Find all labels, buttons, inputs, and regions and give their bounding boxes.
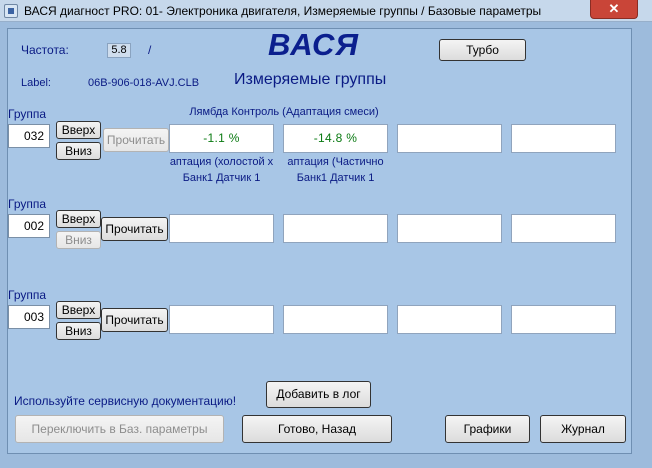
switch-basic-params-button[interactable]: Переключить в Баз. параметры — [15, 415, 224, 443]
field-caption-sensor: Банк1 Датчик 1 — [296, 172, 375, 184]
value-field — [511, 124, 616, 153]
group-number-input[interactable]: 003 — [8, 305, 50, 329]
brand-logo-text: ВАСЯ — [268, 27, 360, 62]
group-down-button[interactable]: Вниз — [56, 231, 101, 249]
label-file: 06B-906-018-AVJ.CLB — [88, 77, 200, 89]
frequency-value: 5.8 — [107, 43, 131, 58]
window-title: ВАСЯ диагност PRO: 01- Электроника двига… — [24, 4, 542, 18]
done-back-button[interactable]: Готово, Назад — [242, 415, 392, 443]
value-text: -1.1 % — [203, 131, 240, 145]
main-window: ВАСЯ диагност PRO: 01- Электроника двига… — [0, 0, 652, 468]
group-up-button[interactable]: Вверх — [56, 301, 101, 319]
value-field — [511, 214, 616, 243]
field-caption: аптация (Частично — [287, 156, 384, 168]
group-read-button[interactable]: Прочитать — [103, 128, 169, 152]
group-title: Лямбда Контроль (Адаптация смеси) — [189, 106, 379, 118]
group-up-button[interactable]: Вверх — [56, 210, 101, 228]
group-label: Группа — [8, 197, 47, 211]
frequency-separator: / — [148, 43, 152, 57]
value-field — [397, 305, 502, 334]
graphs-button[interactable]: Графики — [445, 415, 530, 443]
close-icon: ✕ — [608, 1, 620, 16]
field-caption: аптация (холостой х — [169, 156, 274, 168]
page-title: Измеряемые группы — [234, 71, 387, 88]
group-label: Группа — [8, 288, 47, 302]
value-text: -14.8 % — [313, 131, 358, 145]
group-read-button[interactable]: Прочитать — [101, 308, 168, 332]
group-down-button[interactable]: Вниз — [56, 322, 101, 340]
service-doc-notice: Используйте сервисную документацию! — [14, 394, 237, 408]
app-icon — [4, 4, 18, 18]
journal-button[interactable]: Журнал — [540, 415, 626, 443]
label-caption: Label: — [21, 77, 51, 89]
group-number-input[interactable]: 032 — [8, 124, 50, 148]
turbo-button[interactable]: Турбо — [439, 39, 526, 61]
value-field — [511, 305, 616, 334]
group-down-button[interactable]: Вниз — [56, 142, 101, 160]
value-field: -1.1 % — [169, 124, 274, 153]
value-field — [283, 214, 388, 243]
title-bar[interactable]: ВАСЯ диагност PRO: 01- Электроника двига… — [0, 0, 652, 22]
frequency-label: Частота: — [21, 43, 69, 57]
value-field — [283, 305, 388, 334]
value-field — [169, 214, 274, 243]
group-read-button[interactable]: Прочитать — [101, 217, 168, 241]
value-field — [397, 124, 502, 153]
group-label: Группа — [8, 107, 47, 121]
value-field: -14.8 % — [283, 124, 388, 153]
value-field — [397, 214, 502, 243]
close-button[interactable]: ✕ — [590, 0, 638, 19]
group-number-input[interactable]: 002 — [8, 214, 50, 238]
group-up-button[interactable]: Вверх — [56, 121, 101, 139]
add-to-log-button[interactable]: Добавить в лог — [266, 381, 371, 408]
field-caption-sensor: Банк1 Датчик 1 — [182, 172, 261, 184]
value-field — [169, 305, 274, 334]
